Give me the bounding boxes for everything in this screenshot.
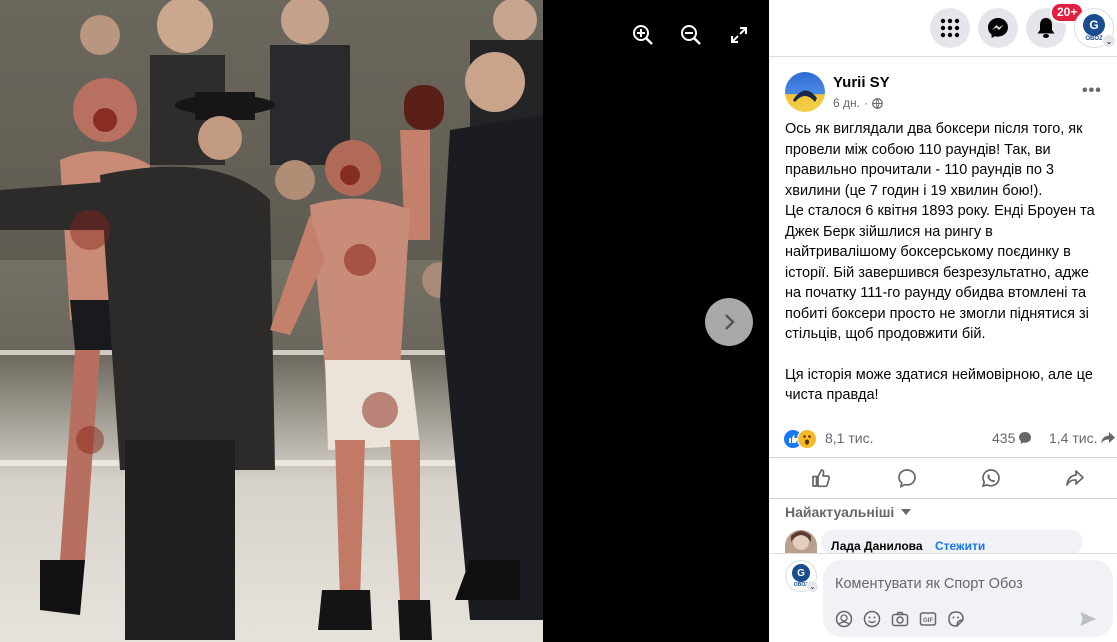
share-arrow-icon — [1101, 432, 1116, 444]
more-options-icon: ••• — [1082, 82, 1102, 99]
caret-down-icon — [901, 509, 912, 515]
messenger-button[interactable] — [978, 8, 1018, 48]
comment-bubble: Лада Данилова Стежити — [821, 530, 1083, 554]
reaction-icons[interactable] — [783, 429, 821, 449]
post-author[interactable]: Yurii SY — [833, 74, 890, 91]
post-meta: 6 дн. · — [833, 96, 883, 110]
author-avatar[interactable] — [785, 72, 825, 112]
follow-link[interactable]: Стежити — [935, 539, 985, 553]
reactions-bar: 8,1 тис. 435 1,4 тис. — [783, 428, 1117, 450]
post-paragraph: Ця історія може здатися неймовірною, але… — [785, 366, 1093, 404]
sticker-icon[interactable] — [947, 610, 965, 628]
messenger-icon — [988, 18, 1008, 38]
zoom-out-icon — [681, 25, 701, 45]
profile-avatar-label: OBOZ — [1085, 35, 1103, 42]
comments-count[interactable]: 435 — [992, 430, 1032, 446]
grid-menu-icon — [940, 18, 960, 38]
zoom-out-button[interactable] — [678, 22, 704, 48]
commenter-avatar[interactable] — [785, 530, 817, 554]
wow-reaction-icon — [797, 429, 817, 449]
send-icon[interactable] — [1079, 610, 1097, 628]
post-paragraph: Ось як виглядали два боксери після того,… — [785, 121, 1083, 199]
comment-bubble-icon — [1019, 432, 1032, 444]
comment-author[interactable]: Лада Данилова — [831, 539, 923, 553]
chevron-right-icon — [725, 314, 735, 330]
more-options-button[interactable]: ••• — [1082, 82, 1102, 100]
profile-avatar[interactable]: G OBOZ ⌄ — [1074, 8, 1116, 48]
emoji-icon[interactable] — [863, 610, 881, 628]
menu-button[interactable] — [930, 8, 970, 48]
comment-composer: G OBOZ ⌄ Коментувати як Спорт Обоз GIF — [769, 553, 1117, 642]
comment-input[interactable]: Коментувати як Спорт Обоз — [835, 576, 1023, 592]
author-avatar-image — [793, 90, 817, 102]
globe-icon — [872, 97, 883, 109]
photo-viewer — [0, 0, 769, 642]
composer-avatar[interactable]: G OBOZ ⌄ — [785, 560, 819, 593]
like-button[interactable] — [781, 458, 861, 498]
post-paragraph: Це сталося 6 квітня 1893 року. Енді Броу… — [785, 203, 1095, 342]
top-bar: 20+ G OBOZ ⌄ — [769, 0, 1117, 57]
post-actions — [769, 457, 1117, 499]
zoom-in-icon — [633, 25, 653, 45]
post-panel: 20+ G OBOZ ⌄ Yurii SY 6 дн. · ••• Ось як… — [769, 0, 1117, 642]
comment-icon — [898, 469, 916, 488]
whatsapp-share-button[interactable] — [951, 458, 1031, 498]
comment-button[interactable] — [867, 458, 947, 498]
comments-sort-label: Найактуальніші — [785, 504, 895, 520]
comment-input-box[interactable]: Коментувати як Спорт Обоз GIF — [823, 560, 1113, 637]
post-photo — [0, 0, 543, 642]
oboz-logo: G — [1083, 13, 1105, 36]
thumbs-up-icon — [812, 469, 830, 488]
comments-count-value: 435 — [992, 430, 1016, 446]
camera-icon[interactable] — [891, 610, 909, 628]
gif-icon[interactable]: GIF — [919, 610, 937, 628]
avatar-sticker-icon[interactable] — [835, 610, 853, 628]
whatsapp-icon — [981, 469, 1000, 488]
post-text: Ось як виглядали два боксери після того,… — [785, 119, 1103, 406]
composer-dropdown-icon[interactable]: ⌄ — [806, 580, 819, 593]
next-photo-button[interactable] — [705, 298, 753, 346]
oboz-logo: G — [792, 564, 810, 582]
svg-text:GIF: GIF — [923, 618, 933, 624]
fullscreen-icon — [731, 27, 747, 43]
comments-sort-dropdown[interactable]: Найактуальніші — [785, 504, 912, 520]
fullscreen-button[interactable] — [728, 24, 750, 46]
shares-count-value: 1,4 тис. — [1049, 430, 1098, 446]
share-icon — [1066, 470, 1084, 486]
zoom-in-button[interactable] — [630, 22, 656, 48]
share-button[interactable] — [1035, 458, 1115, 498]
reactions-count[interactable]: 8,1 тис. — [825, 430, 873, 446]
post-time[interactable]: 6 дн. — [833, 96, 860, 110]
profile-dropdown-icon[interactable]: ⌄ — [1102, 34, 1116, 48]
shares-count[interactable]: 1,4 тис. — [1049, 430, 1116, 446]
